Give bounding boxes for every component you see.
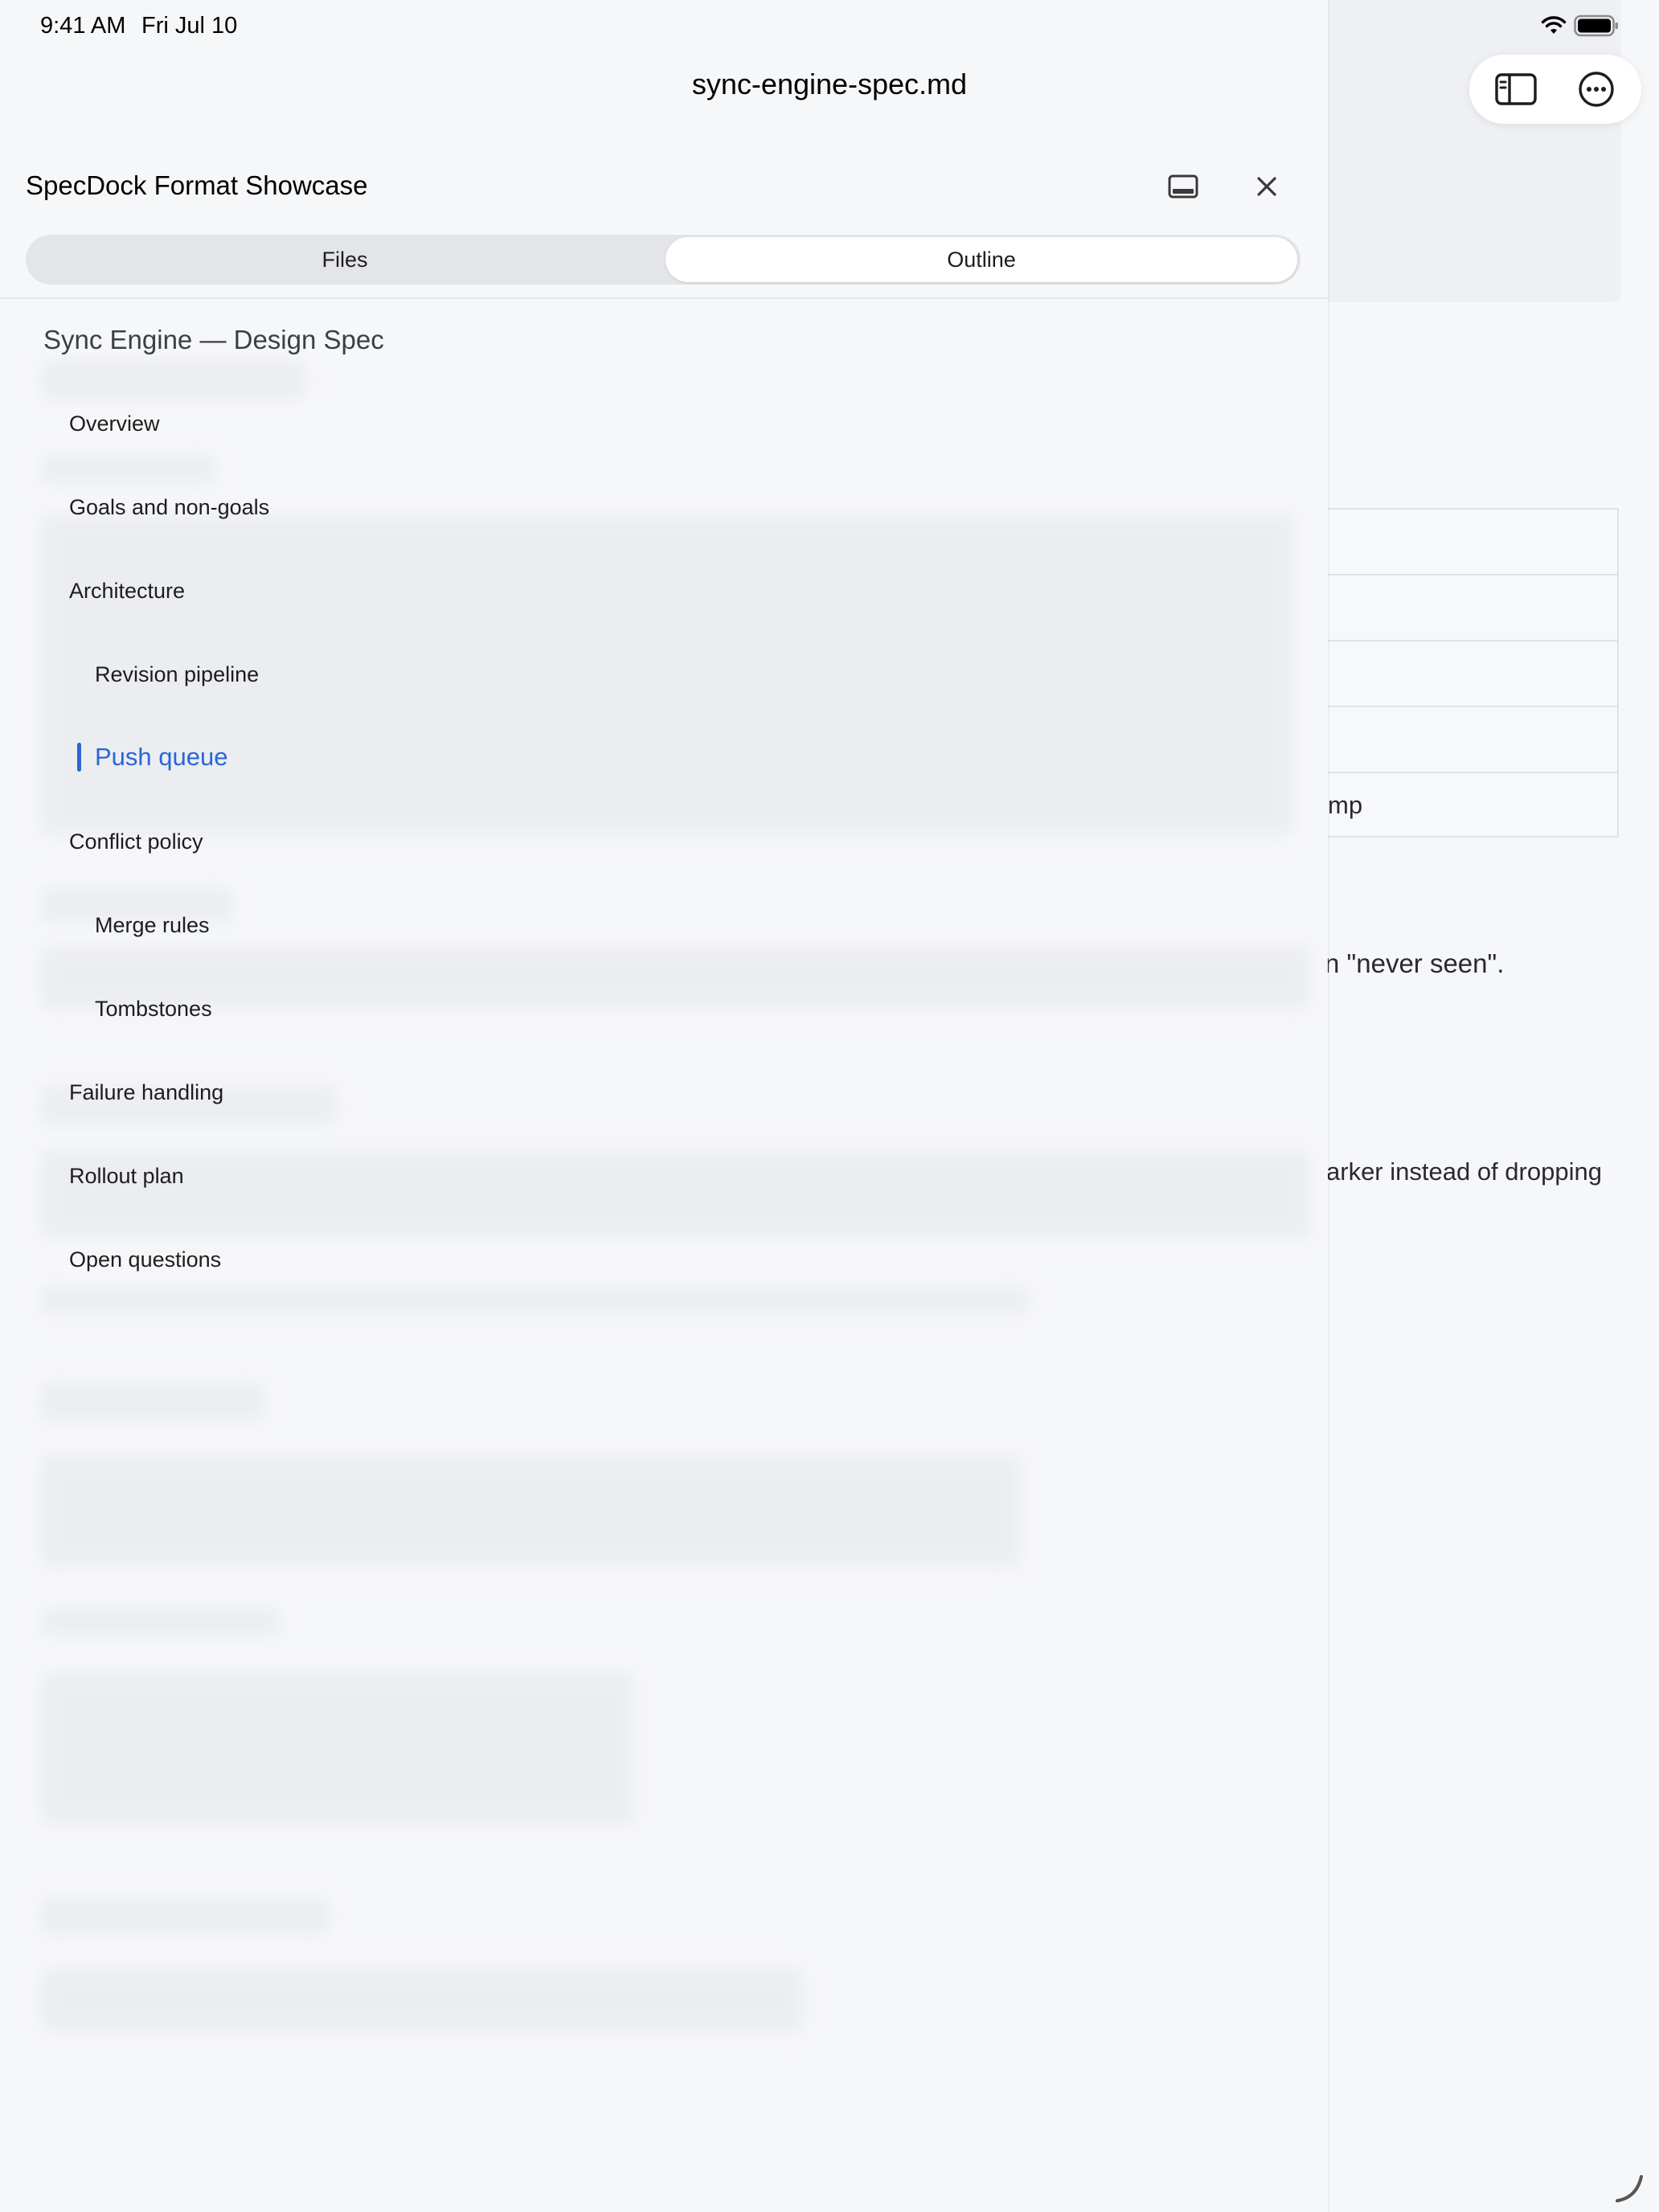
ghost-block <box>40 455 217 484</box>
status-date: Fri Jul 10 <box>141 13 238 39</box>
ghost-block <box>40 1382 265 1421</box>
tab-outline[interactable]: Outline <box>666 237 1297 282</box>
table-cell-fragment: mp <box>1328 791 1363 819</box>
table-row <box>1328 576 1617 641</box>
outline-item-architecture[interactable]: Architecture <box>69 579 185 604</box>
outline-item-push-queue[interactable]: Push queue <box>95 743 227 772</box>
active-indicator <box>77 743 81 772</box>
table-row <box>1328 707 1617 773</box>
document-title: sync-engine-spec.md <box>691 68 968 100</box>
battery-icon <box>1574 14 1618 37</box>
panel-title: SpecDock Format Showcase <box>26 170 368 200</box>
ghost-block <box>40 1968 804 2032</box>
outline-item-revision-pipeline[interactable]: Revision pipeline <box>95 662 259 687</box>
outline-item-overview[interactable]: Overview <box>69 412 160 436</box>
ghost-block <box>40 1608 281 1636</box>
ghost-block <box>40 1455 1021 1567</box>
ghost-block <box>40 1672 635 1825</box>
outline-item-conflict-policy[interactable]: Conflict policy <box>69 830 203 854</box>
outline-item-failure-handling[interactable]: Failure handling <box>69 1080 223 1105</box>
tab-files[interactable]: Files <box>29 237 661 282</box>
table-row <box>1328 641 1617 707</box>
table-row <box>1328 510 1617 576</box>
outline-item-open-questions[interactable]: Open questions <box>69 1247 221 1272</box>
bottom-panel-button[interactable] <box>1157 161 1209 212</box>
status-time: 9:41 AM <box>40 13 126 39</box>
outline-heading[interactable]: Sync Engine — Design Spec <box>43 325 384 355</box>
ghost-block <box>40 1149 1310 1238</box>
outline-item-rollout-plan[interactable]: Rollout plan <box>69 1164 184 1189</box>
paragraph-fragment: n "never seen". <box>1325 948 1505 978</box>
close-button[interactable] <box>1241 161 1292 212</box>
panel-divider <box>0 297 1328 299</box>
ghost-block <box>40 1286 1029 1315</box>
ghost-block <box>40 945 1310 1010</box>
close-icon <box>1257 177 1276 196</box>
ghost-block <box>40 360 305 400</box>
ghost-block <box>40 1897 330 1936</box>
bottom-panel-icon <box>1168 174 1198 199</box>
document-table <box>1328 508 1619 838</box>
table-row <box>1328 773 1617 839</box>
status-bar: 9:41 AM Fri Jul 10 <box>0 0 1659 51</box>
sidebar-panel: SpecDock Format Showcase Files Outline S… <box>0 0 1328 2212</box>
outline-item-goals[interactable]: Goals and non-goals <box>69 495 269 520</box>
outline-item-tombstones[interactable]: Tombstones <box>95 997 212 1022</box>
resize-handle-icon[interactable] <box>1612 2172 1645 2204</box>
wifi-icon <box>1541 16 1567 34</box>
screen: mp n "never seen". arker instead of drop… <box>0 0 1659 2212</box>
files-outline-segmented-control: Files Outline <box>26 235 1301 285</box>
outline-item-merge-rules[interactable]: Merge rules <box>95 913 210 938</box>
failure-paragraph-fragment: arker instead of dropping <box>1326 1157 1602 1186</box>
